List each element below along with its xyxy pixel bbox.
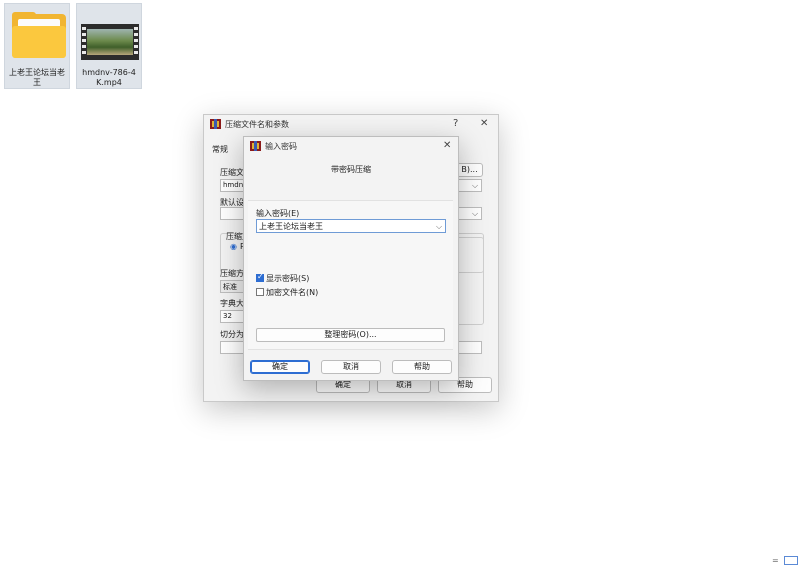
corner-window-icon[interactable] xyxy=(784,556,798,565)
show-password-label: 显示密码(S) xyxy=(266,274,310,283)
password-input[interactable]: 上老王论坛当老王 xyxy=(256,219,446,233)
options-groupbox xyxy=(456,237,484,325)
encrypt-filenames-label: 加密文件名(N) xyxy=(266,288,319,297)
password-dialog: 输入密码 ✕ 带密码压缩 输入密码(E) 上老王论坛当老王 ⌵ 显示密码(S) … xyxy=(243,136,459,381)
desktop-video-file[interactable]: hmdnv-786-4K.mp4 xyxy=(76,3,142,89)
tab-general[interactable]: 常规 xyxy=(212,144,228,155)
corner-menu-icon[interactable]: = xyxy=(772,556,779,565)
archive-dialog-title: 压缩文件名和参数 xyxy=(225,120,289,129)
desktop-folder[interactable]: 上老王论坛当老王 xyxy=(4,3,70,89)
password-value: 上老王论坛当老王 xyxy=(259,222,323,231)
close-icon[interactable]: ✕ xyxy=(480,118,488,129)
chevron-down-icon: ⌵ xyxy=(436,222,443,231)
desktop-folder-label: 上老王论坛当老王 xyxy=(9,68,65,87)
chevron-down-icon: ⌵ xyxy=(472,209,479,218)
close-icon[interactable]: ✕ xyxy=(443,140,451,151)
video-file-icon xyxy=(81,24,139,60)
method-label: 压缩方 xyxy=(220,269,244,278)
organize-passwords-button[interactable]: 整理密码(O)... xyxy=(256,328,445,342)
show-password-checkbox[interactable] xyxy=(256,272,264,282)
archive-dialog-titlebar[interactable]: 压缩文件名和参数 ? ✕ xyxy=(204,115,498,133)
dictionary-value: 32 xyxy=(223,312,232,320)
dictionary-label: 字典大 xyxy=(220,299,244,308)
help-icon[interactable]: ? xyxy=(453,118,458,129)
password-help-button[interactable]: 帮助 xyxy=(392,360,452,374)
password-label: 输入密码(E) xyxy=(256,209,300,218)
split-label: 切分为 xyxy=(220,330,244,339)
password-ok-button[interactable]: 确定 xyxy=(250,360,310,374)
winrar-icon xyxy=(210,119,221,129)
browse-button[interactable]: B)... xyxy=(456,163,483,177)
chevron-down-icon: ⌵ xyxy=(472,181,479,190)
desktop-video-label: hmdnv-786-4K.mp4 xyxy=(82,68,136,87)
password-dialog-titlebar[interactable]: 输入密码 ✕ xyxy=(244,137,458,155)
method-value: 标准 xyxy=(223,283,237,291)
encrypt-filenames-checkbox[interactable] xyxy=(256,288,264,296)
password-dialog-heading: 带密码压缩 xyxy=(331,165,371,174)
format-radio[interactable]: ◉ xyxy=(230,242,237,251)
password-dialog-title: 输入密码 xyxy=(265,142,297,151)
password-cancel-button[interactable]: 取消 xyxy=(321,360,381,374)
archive-name-label: 压缩文 xyxy=(220,168,244,177)
winrar-icon xyxy=(250,141,261,151)
